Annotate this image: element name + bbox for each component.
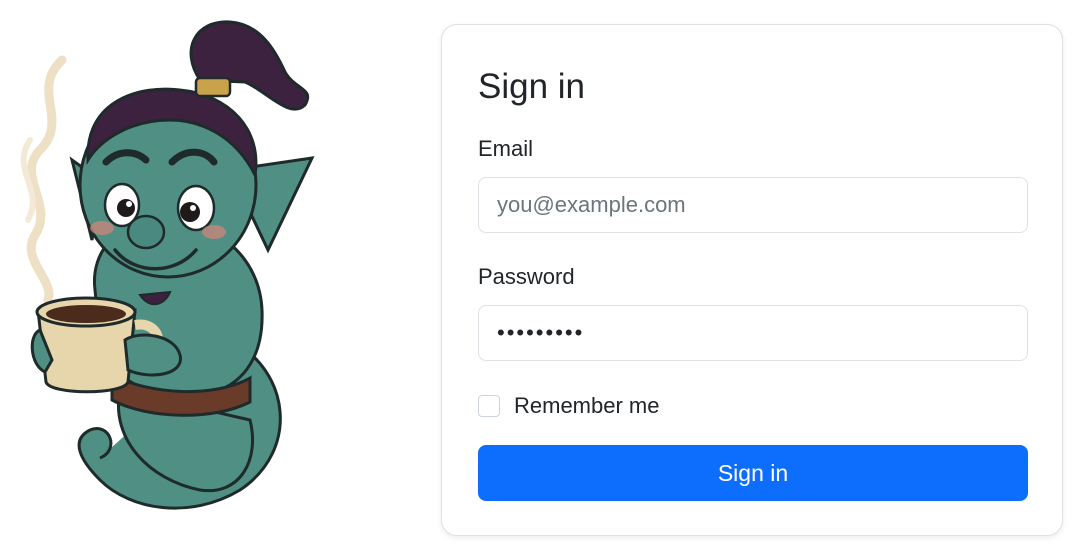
genie-mascot-icon — [20, 20, 315, 510]
remember-me-row[interactable]: Remember me — [478, 391, 659, 421]
remember-me-checkbox[interactable] — [478, 395, 500, 417]
sign-in-title: Sign in — [478, 67, 586, 106]
login-page: Sign in Email Password Remember me Sign … — [0, 0, 1076, 555]
password-label: Password — [478, 264, 575, 289]
password-field[interactable] — [478, 305, 1028, 361]
sign-in-card: Sign in Email Password Remember me Sign … — [441, 24, 1063, 536]
remember-me-label: Remember me — [514, 393, 660, 418]
sign-in-button[interactable]: Sign in — [478, 445, 1028, 501]
email-field[interactable] — [478, 177, 1028, 233]
email-label: Email — [478, 136, 534, 161]
